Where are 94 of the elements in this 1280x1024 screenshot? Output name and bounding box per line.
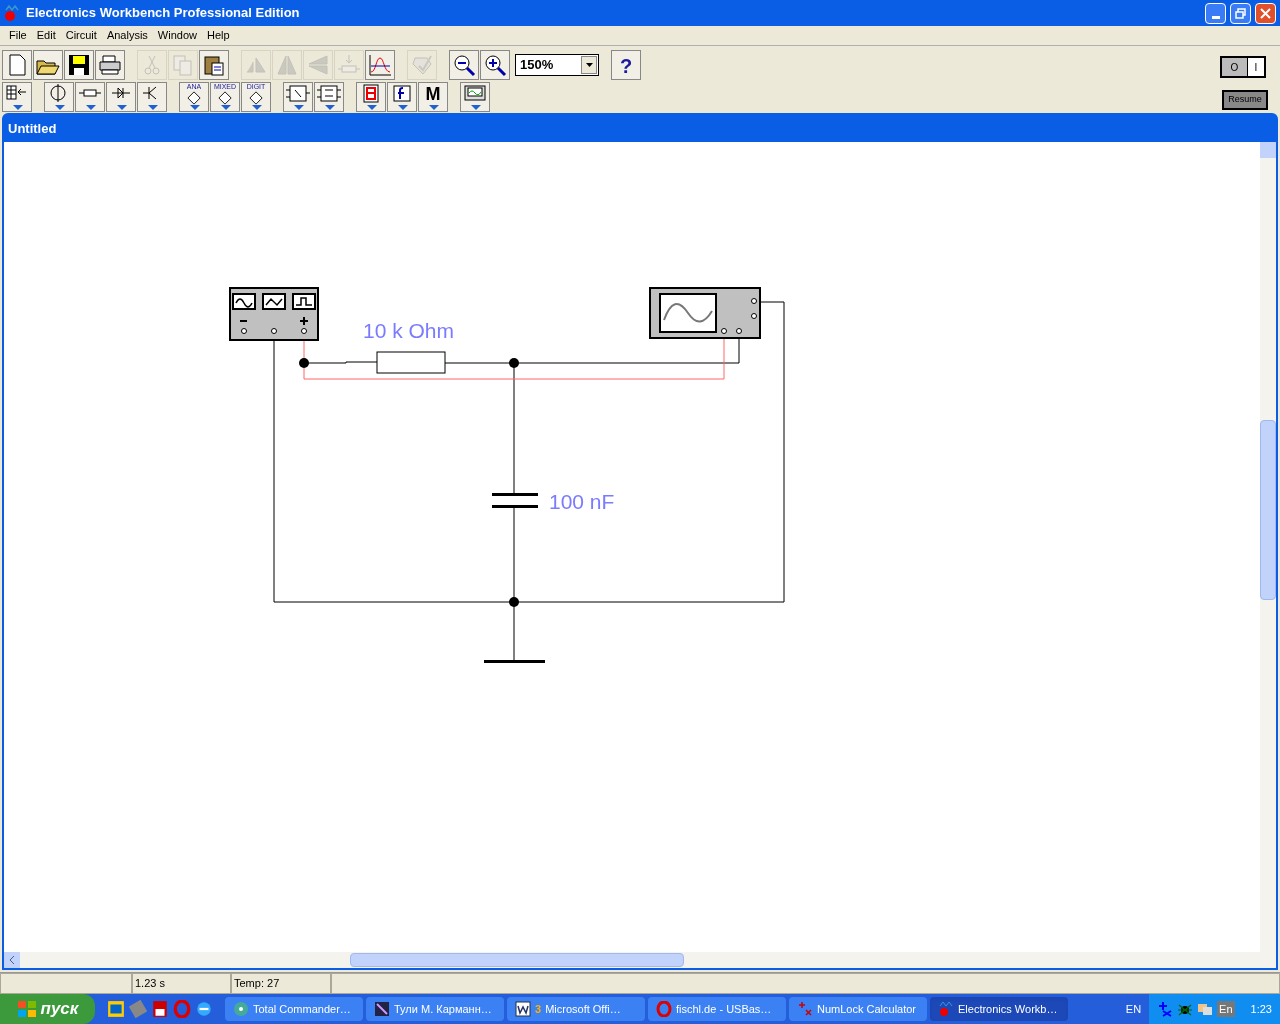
transistors-bin-button[interactable] xyxy=(137,81,167,112)
indicators-bin-button[interactable] xyxy=(356,81,386,112)
zoom-out-button[interactable] xyxy=(449,50,479,80)
disc-icon xyxy=(233,1001,249,1017)
taskbar-button[interactable]: Тули М. Карманн… xyxy=(366,997,504,1021)
taskbar-button[interactable]: NumLock Calculator xyxy=(789,997,927,1021)
resistor xyxy=(376,351,446,374)
windows-logo-icon xyxy=(16,1000,37,1018)
new-file-button[interactable] xyxy=(2,50,32,80)
start-button[interactable]: пуск xyxy=(0,994,95,1024)
junction-dot xyxy=(509,358,519,368)
menu-item[interactable]: Edit xyxy=(31,27,61,44)
opera-icon xyxy=(656,1001,672,1017)
chip-icon xyxy=(316,82,342,104)
flip-flops-bin-button[interactable] xyxy=(314,81,344,112)
minimize-button[interactable] xyxy=(1205,2,1226,24)
menu-item[interactable]: File xyxy=(4,27,32,44)
app-icon[interactable] xyxy=(107,1000,125,1018)
caret-icon xyxy=(55,104,65,110)
caret-icon xyxy=(367,104,377,110)
document-title: Untitled xyxy=(8,119,57,138)
basic-bin-button[interactable] xyxy=(75,81,105,112)
vertical-scrollbar[interactable] xyxy=(1260,142,1276,968)
language-indicator[interactable]: EN xyxy=(1121,1000,1146,1018)
window-title: Electronics Workbench Professional Edition xyxy=(26,4,301,23)
printer-button[interactable] xyxy=(95,50,125,80)
diamond-icon xyxy=(184,90,204,105)
network-icon[interactable] xyxy=(1197,1001,1214,1017)
caret-icon xyxy=(325,104,335,110)
caret-icon xyxy=(86,104,96,110)
taskbar-button[interactable]: Total Commander… xyxy=(225,997,363,1021)
browser-icon[interactable] xyxy=(195,1000,213,1018)
taskbar-button[interactable]: 3 Microsoft Offi… xyxy=(507,997,645,1021)
diamond-icon xyxy=(215,90,235,105)
caret-icon xyxy=(13,104,23,110)
controls-bin-button[interactable] xyxy=(387,81,417,112)
scroll-left-icon[interactable] xyxy=(9,956,15,964)
capacitor-label: 100 nF xyxy=(549,490,615,513)
zoom-in-button[interactable] xyxy=(480,50,510,80)
restore-button[interactable] xyxy=(1230,2,1251,24)
printer-icon xyxy=(97,52,123,78)
zoom-in-icon xyxy=(482,52,508,78)
caret-icon xyxy=(398,104,408,110)
caret-icon xyxy=(294,104,304,110)
caret-icon xyxy=(429,104,439,110)
caret-icon xyxy=(117,104,127,110)
junction-dot xyxy=(509,597,519,607)
horizontal-scrollbar[interactable] xyxy=(4,952,1260,968)
logic-gate-icon xyxy=(285,82,311,104)
diodes-bin-button[interactable] xyxy=(106,81,136,112)
tray-icon[interactable] xyxy=(1157,1001,1174,1017)
menu-item[interactable]: Window xyxy=(152,27,202,44)
instruments-bin-button[interactable] xyxy=(460,81,490,112)
monitor-icon xyxy=(462,82,488,104)
caret-icon xyxy=(585,63,593,67)
favorites-bin-button[interactable] xyxy=(2,81,32,112)
close-button[interactable] xyxy=(1255,2,1276,24)
resistor-label: 10 k Ohm xyxy=(363,319,455,342)
tray-language-indicator[interactable]: En xyxy=(1217,1000,1235,1018)
floppy-disk-button[interactable] xyxy=(64,50,94,80)
graph-icon xyxy=(367,52,393,78)
book-icon xyxy=(374,1001,390,1017)
sources-bin-button[interactable] xyxy=(44,81,74,112)
document-icon xyxy=(515,1001,531,1017)
status-bar-field: Temp: 27 xyxy=(231,973,331,994)
resume-button[interactable]: Resume xyxy=(1222,90,1268,110)
menu-item[interactable]: Circuit xyxy=(60,27,102,44)
taskbar-button[interactable]: fischl.de - USBas… xyxy=(648,997,786,1021)
taskbar-button[interactable]: Electronics Workb… xyxy=(930,997,1068,1021)
close-icon xyxy=(1260,7,1271,19)
clock: 1:23 xyxy=(1250,1001,1272,1017)
power-switch[interactable]: O I xyxy=(1220,56,1266,78)
miscellaneous-bin-button[interactable]: M xyxy=(418,81,448,112)
clipboard-button[interactable] xyxy=(199,50,229,80)
junction-dot xyxy=(299,358,309,368)
caret-icon xyxy=(471,104,481,110)
ground xyxy=(484,660,545,663)
app-logo-icon xyxy=(4,4,22,22)
caret-icon xyxy=(148,104,158,110)
zoom-dropdown[interactable]: 150% xyxy=(515,54,599,76)
status-bar-field: 1.23 s xyxy=(132,973,231,994)
app-icon xyxy=(938,1001,954,1017)
zoom-out-icon xyxy=(451,52,477,78)
menu-item[interactable]: Analysis xyxy=(101,27,153,44)
folder-button[interactable] xyxy=(33,50,63,80)
capacitor xyxy=(492,493,538,508)
restore-icon xyxy=(1235,7,1246,19)
graph-button[interactable] xyxy=(365,50,395,80)
menu-item[interactable]: Help xyxy=(201,27,235,44)
logic-gates-bin-button[interactable] xyxy=(283,81,313,112)
calculator-icon xyxy=(797,1001,813,1017)
diamond-icon xyxy=(246,90,266,105)
help-button[interactable]: ? xyxy=(611,50,641,80)
minimize-icon xyxy=(1211,15,1220,19)
